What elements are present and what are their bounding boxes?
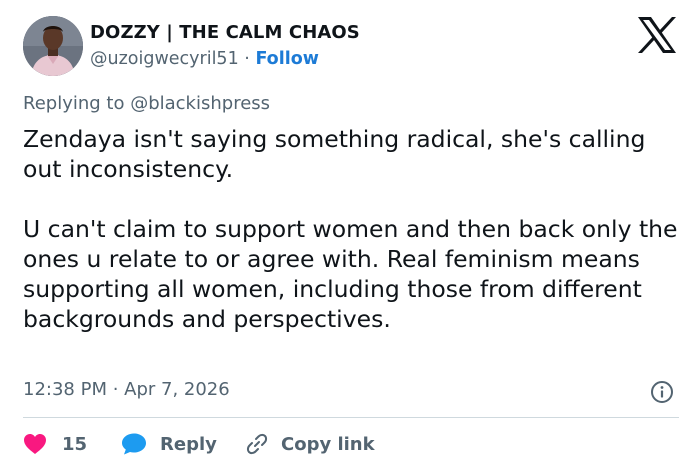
x-logo-icon[interactable]	[636, 16, 678, 54]
reply-context: Replying to @blackishpress	[23, 93, 270, 114]
reply-button[interactable]: Reply	[121, 428, 217, 460]
reply-context-prefix: Replying to	[23, 93, 131, 114]
heart-icon	[24, 434, 46, 454]
author-display-name[interactable]: DOZZY | THE CALM CHAOS	[90, 22, 360, 43]
action-bar: 15 Reply Copy link	[23, 428, 683, 460]
copy-link-button[interactable]: Copy link	[245, 428, 375, 460]
like-count: 15	[62, 433, 88, 455]
tweet-card: DOZZY | THE CALM CHAOS @uzoigwecyril51 ·…	[0, 0, 700, 471]
speech-bubble-icon	[122, 433, 146, 455]
author-handle[interactable]: @uzoigwecyril51	[90, 49, 239, 69]
reply-label: Reply	[160, 433, 217, 455]
tweet-text: Zendaya isn't saying something radical, …	[23, 125, 678, 333]
separator-dot: ·	[244, 49, 250, 69]
reply-mention-link[interactable]: @blackishpress	[130, 93, 270, 114]
avatar[interactable]	[23, 16, 83, 76]
link-icon	[246, 433, 268, 455]
divider	[23, 417, 679, 418]
info-icon[interactable]	[650, 380, 674, 404]
tweet-timestamp[interactable]: 12:38 PM · Apr 7, 2026	[23, 379, 230, 400]
author-handle-row: @uzoigwecyril51 · Follow	[90, 49, 319, 69]
avatar-image	[23, 16, 83, 76]
like-button[interactable]: 15	[23, 428, 87, 460]
follow-button[interactable]: Follow	[255, 49, 318, 69]
copy-link-label: Copy link	[281, 433, 375, 455]
